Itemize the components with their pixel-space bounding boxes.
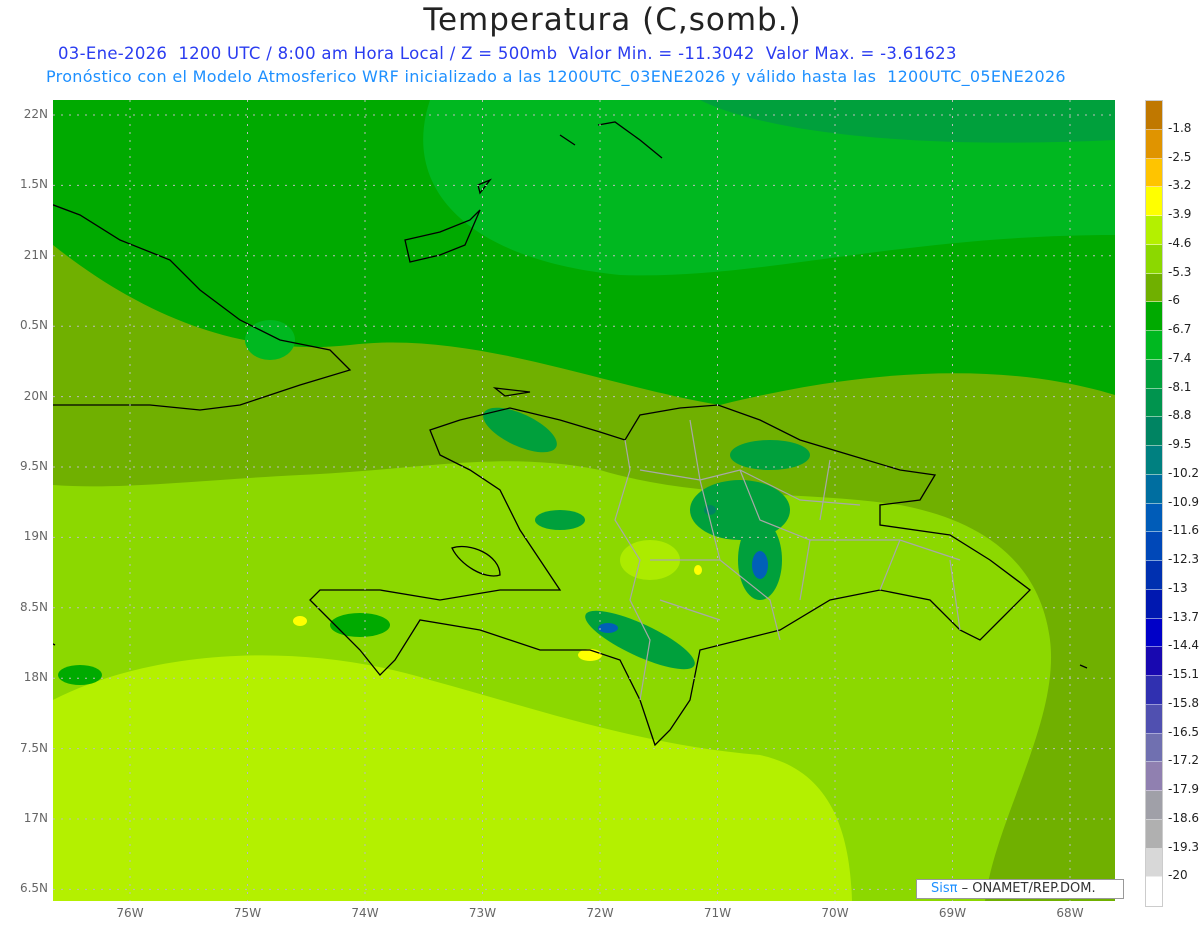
- longitude-label: 70W: [821, 906, 849, 920]
- temperature-map: [53, 100, 1115, 901]
- latitude-label: 0.5N: [19, 318, 48, 333]
- latitude-label: 1.5N: [19, 177, 48, 192]
- colorbar-swatch: [1146, 244, 1162, 274]
- colorbar-swatch: [1146, 474, 1162, 504]
- colorbar-label: -8.1: [1168, 379, 1192, 394]
- latitude-label: 19N: [23, 529, 48, 544]
- colorbar-swatch: [1146, 561, 1162, 590]
- colorbar-label: -15.1: [1168, 667, 1200, 681]
- latitude-label: 9.5N: [19, 459, 48, 473]
- colorbar-label: -11.6: [1168, 523, 1200, 538]
- colorbar-label: -19.3: [1168, 839, 1200, 854]
- longitude-label: 69W: [938, 906, 967, 920]
- colorbar-swatch: [1146, 417, 1162, 446]
- colorbar-swatch: [1146, 704, 1162, 734]
- colorbar-label: -10.9: [1168, 494, 1200, 509]
- colorbar-swatch: [1146, 216, 1162, 245]
- latitude-label: 8.5N: [19, 599, 48, 614]
- colorbar-label: -4.6: [1168, 235, 1192, 250]
- colorbar-label: -10.2: [1168, 465, 1200, 480]
- sispi-logo: Sisπ: [931, 881, 958, 896]
- colorbar-swatch: [1146, 388, 1162, 418]
- colorbar-label: -3.2: [1168, 178, 1192, 193]
- latitude-label: 22N: [23, 107, 48, 121]
- colorbar-swatch: [1146, 359, 1162, 389]
- latitude-label: 7.5N: [19, 740, 48, 755]
- colorbar-swatch: [1146, 503, 1162, 533]
- colorbar-swatch: [1146, 446, 1162, 475]
- colorbar-label: -13: [1168, 580, 1188, 595]
- colorbar-label: -6.7: [1168, 322, 1192, 336]
- colorbar-label: -6: [1168, 293, 1180, 308]
- colorbar-label: -17.9: [1168, 782, 1200, 796]
- longitude-label: 68W: [1056, 906, 1084, 920]
- colorbar-label: -14.4: [1168, 638, 1200, 653]
- longitude-label: 76W: [116, 906, 144, 920]
- colorbar-label: -3.9: [1168, 207, 1192, 221]
- colorbar-swatch: [1146, 187, 1162, 216]
- colorbar-swatch: [1146, 791, 1162, 820]
- colorbar-swatch: [1146, 762, 1162, 791]
- colorbar-label: -16.5: [1168, 724, 1200, 739]
- colorbar-label: -20: [1168, 868, 1188, 883]
- colorbar-label: -17.2: [1168, 753, 1200, 768]
- colorbar: [1145, 100, 1163, 907]
- colorbar-swatch: [1146, 273, 1162, 303]
- colorbar-swatch: [1146, 589, 1162, 619]
- credit-box: Sisπ – ONAMET/REP.DOM.: [916, 879, 1124, 899]
- colorbar-label: -9.5: [1168, 437, 1192, 451]
- colorbar-label: -7.4: [1168, 350, 1192, 365]
- credit-text: – ONAMET/REP.DOM.: [957, 881, 1096, 896]
- colorbar-label: -13.7: [1168, 609, 1200, 624]
- longitude-label: 71W: [703, 906, 732, 920]
- colorbar-swatch: [1146, 877, 1162, 906]
- longitude-label: 75W: [233, 906, 262, 920]
- latitude-label: 21N: [23, 247, 48, 262]
- colorbar-swatch: [1146, 302, 1162, 331]
- latitude-label: 6.5N: [19, 881, 48, 896]
- longitude-label: 72W: [586, 906, 614, 920]
- colorbar-swatch: [1146, 129, 1162, 159]
- latitude-label: 18N: [23, 670, 48, 685]
- colorbar-label: -2.5: [1168, 149, 1192, 164]
- colorbar-swatch: [1146, 101, 1162, 130]
- colorbar-swatch: [1146, 848, 1162, 878]
- longitude-label: 74W: [351, 906, 379, 920]
- colorbar-swatch: [1146, 158, 1162, 188]
- colorbar-label: -1.8: [1168, 120, 1192, 135]
- colorbar-swatch: [1146, 676, 1162, 705]
- colorbar-swatch: [1146, 331, 1162, 360]
- colorbar-label: -12.3: [1168, 552, 1200, 566]
- colorbar-swatch: [1146, 733, 1162, 763]
- colorbar-swatch: [1146, 532, 1162, 561]
- colorbar-label: -8.8: [1168, 408, 1192, 423]
- latitude-label: 17N: [23, 811, 48, 825]
- colorbar-swatch: [1146, 819, 1162, 849]
- colorbar-label: -15.8: [1168, 695, 1200, 710]
- colorbar-label: -18.6: [1168, 810, 1200, 825]
- colorbar-swatch: [1146, 647, 1162, 676]
- latitude-label: 20N: [23, 388, 48, 403]
- longitude-label: 73W: [468, 906, 497, 920]
- colorbar-label: -5.3: [1168, 264, 1192, 279]
- colorbar-swatch: [1146, 618, 1162, 648]
